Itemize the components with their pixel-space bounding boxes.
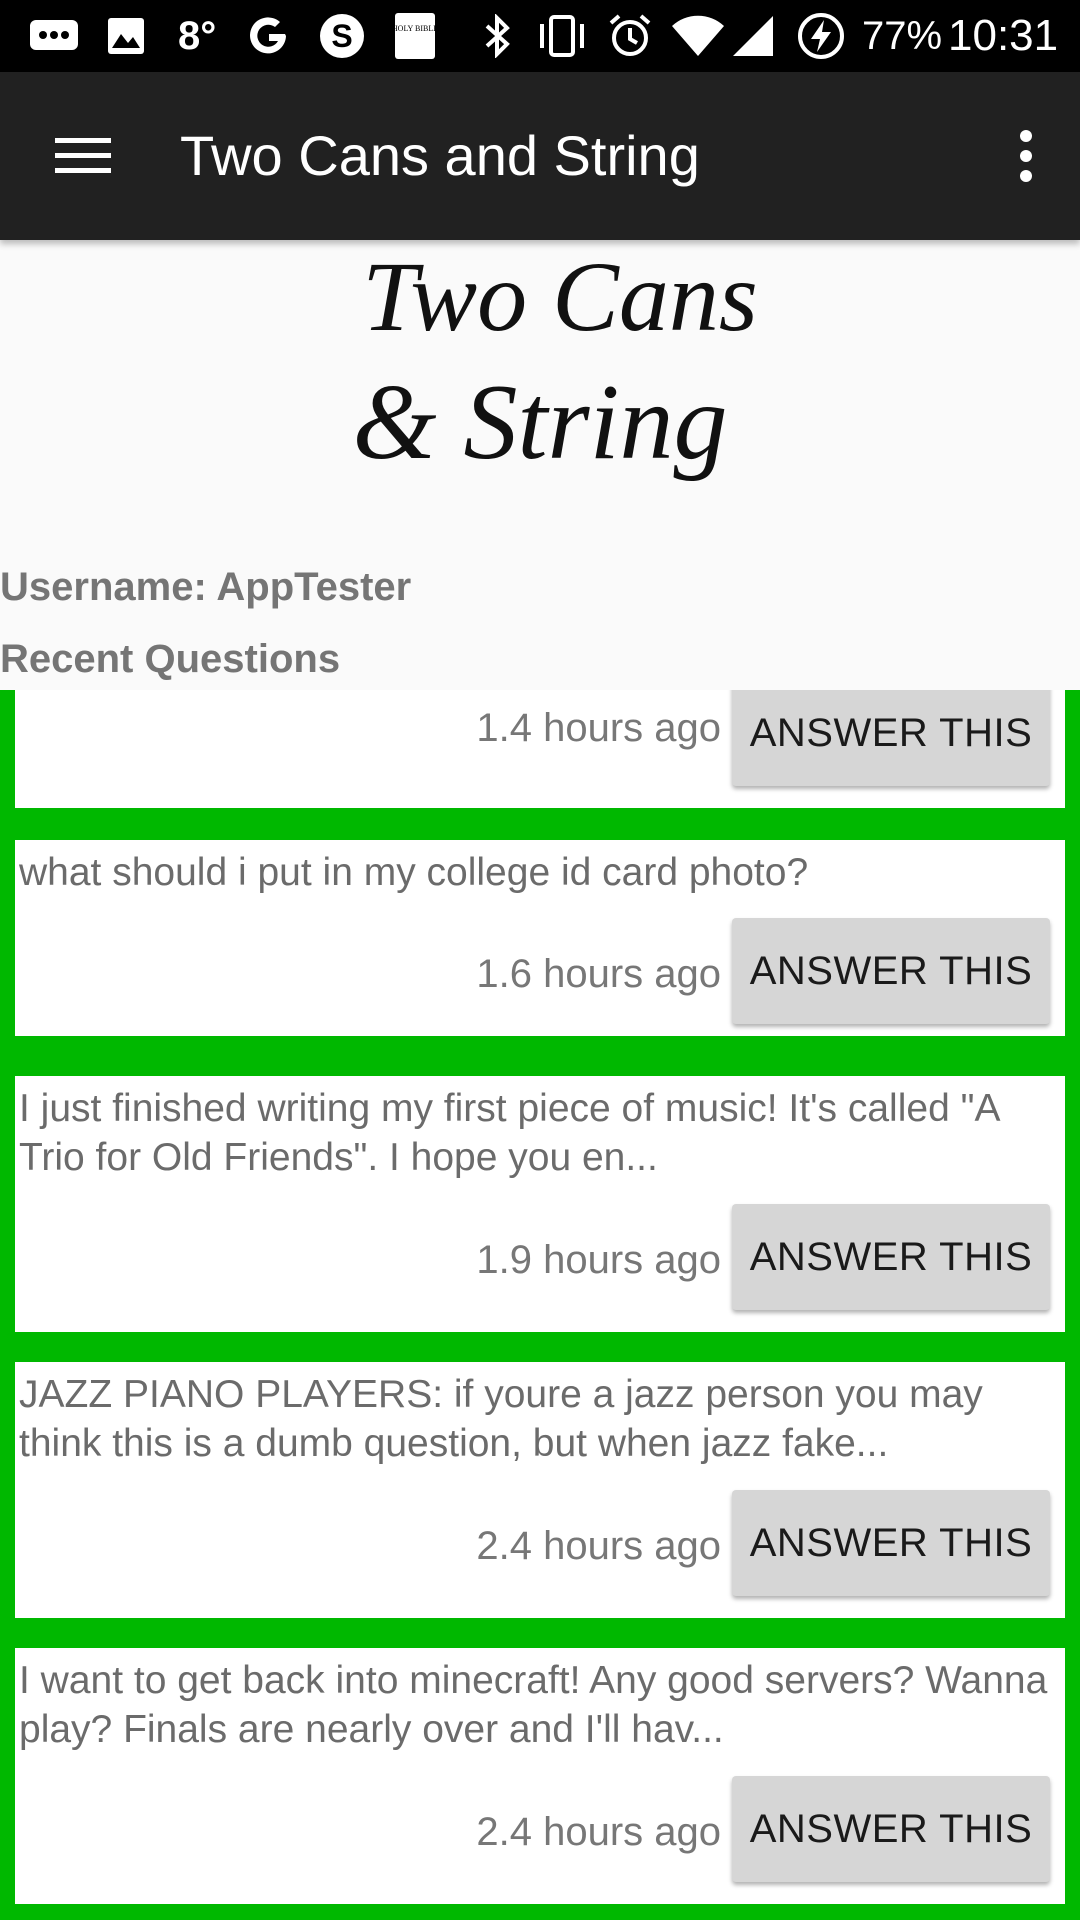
battery-charging-icon	[796, 12, 846, 60]
question-card[interactable]: what should i put in my college id card …	[15, 840, 1065, 1036]
answer-this-button[interactable]: ANSWER THIS	[732, 918, 1050, 1024]
questions-list[interactable]: 1.4 hours ago ANSWER THIS what should i …	[0, 690, 1080, 1920]
svg-text:Two Cans: Two Cans	[362, 241, 758, 352]
app-bar: Two Cans and String	[0, 72, 1080, 240]
wifi-icon	[670, 12, 726, 60]
question-card[interactable]: I just finished writing my first piece o…	[15, 1076, 1065, 1332]
answer-this-button[interactable]: ANSWER THIS	[732, 1204, 1050, 1310]
question-time: 1.9 hours ago	[476, 1238, 721, 1282]
skype-icon: S	[316, 12, 368, 60]
username-label: Username: AppTester	[0, 565, 412, 609]
question-text: I want to get back into minecraft! Any g…	[19, 1659, 1048, 1751]
hamburger-menu-icon[interactable]	[38, 116, 128, 196]
messages-icon	[26, 12, 82, 60]
answer-this-button[interactable]: ANSWER THIS	[732, 1776, 1050, 1882]
question-time: 1.4 hours ago	[476, 706, 721, 750]
answer-this-button[interactable]: ANSWER THIS	[732, 690, 1050, 786]
question-card[interactable]: JAZZ PIANO PLAYERS: if youre a jazz pers…	[15, 1362, 1065, 1618]
svg-text:& String: & String	[352, 363, 727, 482]
alarm-icon	[606, 12, 654, 60]
svg-text:HOLY BIBLE: HOLY BIBLE	[393, 24, 437, 33]
clock-text: 10:31	[948, 11, 1059, 60]
svg-text:S: S	[331, 18, 352, 54]
question-time: 2.4 hours ago	[476, 1810, 721, 1854]
question-text: what should i put in my college id card …	[19, 851, 809, 894]
bluetooth-icon	[480, 12, 516, 60]
status-bar: 8° S HOLY BIBLE 77% 10:31	[0, 0, 1080, 72]
google-icon	[244, 12, 292, 60]
battery-percent-text: 77%	[862, 14, 943, 58]
bible-icon: HOLY BIBLE	[392, 12, 438, 60]
vibrate-icon	[534, 12, 590, 60]
question-card[interactable]: 1.4 hours ago ANSWER THIS	[15, 690, 1065, 808]
question-card[interactable]: I want to get back into minecraft! Any g…	[15, 1648, 1065, 1904]
recent-questions-heading: Recent Questions	[0, 637, 341, 681]
temperature-text: 8°	[178, 14, 217, 58]
question-time: 1.6 hours ago	[476, 952, 721, 996]
more-vert-icon[interactable]	[986, 116, 1066, 196]
gallery-icon	[104, 12, 148, 60]
answer-this-button[interactable]: ANSWER THIS	[732, 1490, 1050, 1596]
signal-icon	[730, 12, 776, 60]
app-logo: Two Cans & String	[0, 240, 1080, 530]
app-title: Two Cans and String	[180, 124, 700, 187]
question-text: JAZZ PIANO PLAYERS: if youre a jazz pers…	[19, 1373, 983, 1465]
question-text: I just finished writing my first piece o…	[19, 1087, 999, 1179]
question-time: 2.4 hours ago	[476, 1524, 721, 1568]
